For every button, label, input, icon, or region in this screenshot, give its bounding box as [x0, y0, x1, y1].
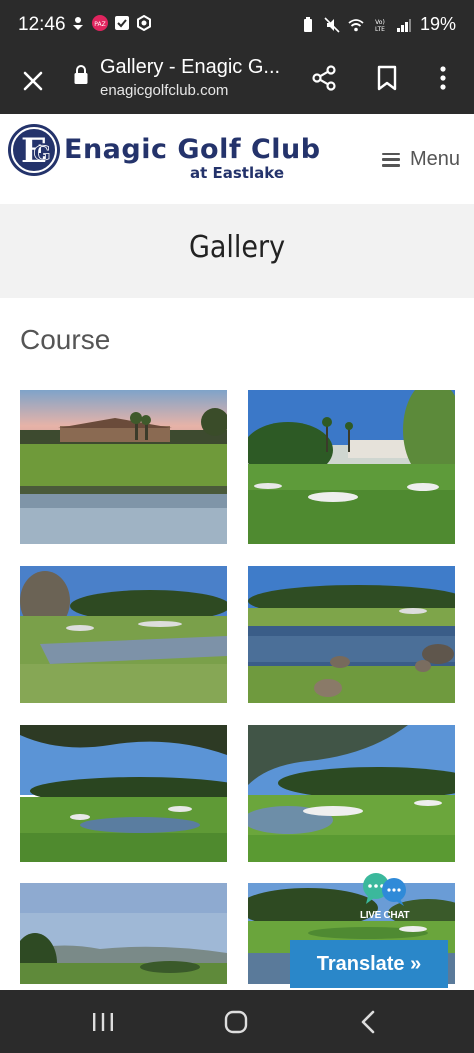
- logo-emblem[interactable]: E G: [6, 122, 62, 178]
- bunkers-palms-photo[interactable]: [248, 390, 455, 544]
- system-status: Vo) LTE 19%: [300, 14, 456, 35]
- browser-toolbar: Gallery - Enagic G... enagicgolfclub.com: [0, 52, 474, 114]
- lock-icon: [74, 65, 88, 84]
- clubhouse-pond-photo[interactable]: [20, 390, 227, 544]
- mute-icon: [324, 16, 340, 33]
- check-box-icon: [115, 16, 129, 30]
- pine-fairway-photo[interactable]: [20, 725, 227, 862]
- svg-text:Vo): Vo): [375, 19, 385, 26]
- more-options-icon[interactable]: [436, 64, 450, 92]
- translate-button[interactable]: Translate »: [290, 940, 448, 988]
- svg-text:G: G: [33, 141, 50, 165]
- page-title[interactable]: Gallery - Enagic G...: [100, 56, 290, 79]
- sailing-icon: [73, 17, 83, 30]
- app-badge-icon: PAZ: [92, 15, 108, 31]
- wifi-icon: [348, 18, 364, 31]
- menu-label: Menu: [409, 148, 460, 170]
- notification-icons: PAZ: [70, 15, 152, 31]
- bookmark-icon[interactable]: [375, 64, 399, 92]
- site-header: E G Enagic Golf Club at Eastlake Menu: [0, 114, 474, 204]
- system-nav-bar: [0, 990, 474, 1053]
- hillside-view-photo[interactable]: [20, 883, 227, 984]
- fairway-pond-photo[interactable]: [20, 566, 227, 703]
- recent-apps-icon[interactable]: [92, 1012, 114, 1032]
- live-chat-label[interactable]: LIVE CHAT: [360, 910, 410, 921]
- volte-icon: Vo)LTE: [375, 19, 385, 33]
- logo-text[interactable]: Enagic Golf Club: [64, 134, 321, 165]
- menu-button[interactable]: Menu: [381, 148, 460, 171]
- green-bunker-photo[interactable]: [248, 725, 455, 862]
- close-icon[interactable]: [20, 68, 46, 94]
- logo-subtext: at Eastlake: [190, 164, 284, 182]
- page-title-band: Gallery: [0, 204, 474, 298]
- battery-saver-icon: [303, 16, 312, 32]
- hex-icon: [137, 15, 151, 31]
- share-icon[interactable]: [310, 64, 338, 92]
- svg-text:PAZ: PAZ: [94, 21, 105, 28]
- battery-level: 19%: [419, 14, 456, 34]
- lake-rocks-photo[interactable]: [248, 566, 455, 703]
- signal-icon: [396, 18, 411, 32]
- gallery-title: Gallery: [188, 230, 286, 265]
- hamburger-icon: [381, 152, 400, 167]
- back-icon[interactable]: [360, 1010, 376, 1034]
- clock: 12:46: [18, 14, 66, 35]
- status-bar: 12:46 PAZ Vo) LTE 19%: [0, 0, 474, 52]
- page-url[interactable]: enagicgolfclub.com: [100, 82, 228, 99]
- svg-text:LTE: LTE: [375, 26, 385, 33]
- home-icon[interactable]: [224, 1010, 248, 1034]
- section-heading: Course: [20, 324, 111, 355]
